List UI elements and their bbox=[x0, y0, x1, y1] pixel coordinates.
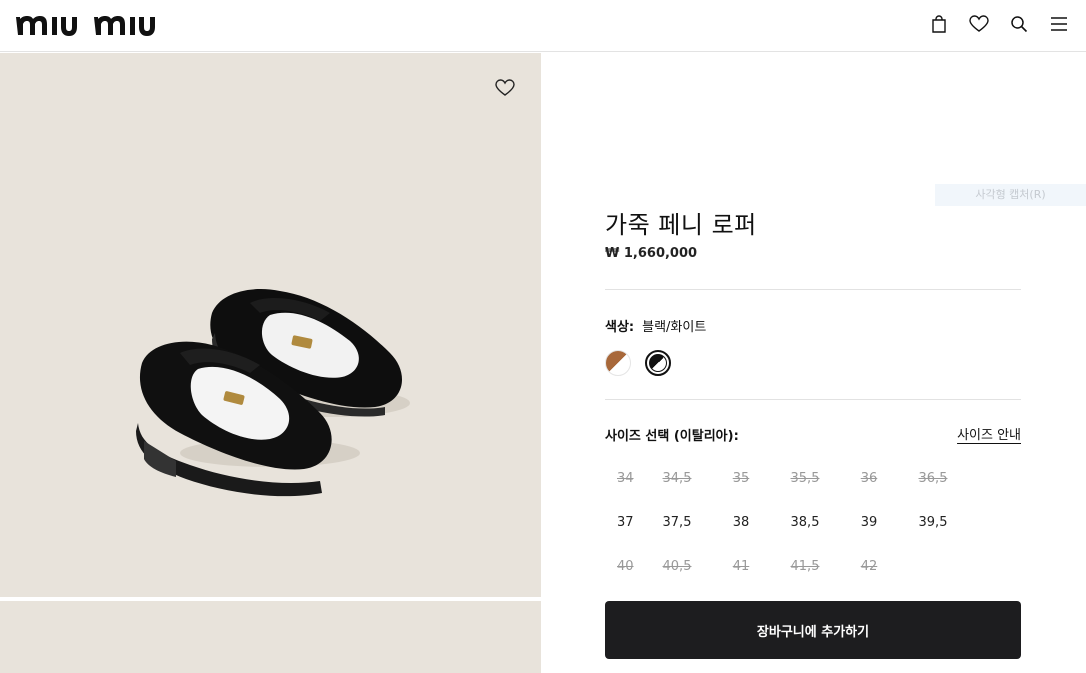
product-gallery bbox=[0, 53, 541, 673]
brand-logo[interactable] bbox=[14, 9, 164, 41]
size-option[interactable]: 40 bbox=[605, 559, 645, 574]
size-option[interactable]: 35 bbox=[709, 471, 773, 486]
product-image-secondary[interactable] bbox=[0, 601, 541, 673]
size-option[interactable]: 39 bbox=[837, 515, 901, 530]
size-option[interactable]: 34,5 bbox=[645, 471, 709, 486]
size-option[interactable]: 36,5 bbox=[901, 471, 965, 486]
loafer-shoes-image bbox=[136, 289, 410, 497]
header-icon-bar bbox=[928, 12, 1070, 36]
heart-icon[interactable] bbox=[968, 12, 990, 36]
size-option[interactable]: 42 bbox=[837, 559, 901, 574]
size-option[interactable]: 37 bbox=[605, 515, 645, 530]
wishlist-heart-icon[interactable] bbox=[495, 79, 515, 99]
size-option[interactable]: 39,5 bbox=[901, 515, 965, 530]
menu-icon[interactable] bbox=[1048, 12, 1070, 36]
add-to-cart-button[interactable]: 장바구니에 추가하기 bbox=[605, 601, 1021, 659]
size-option[interactable]: 38 bbox=[709, 515, 773, 530]
site-header bbox=[0, 0, 1086, 52]
product-title: 가죽 페니 로퍼 bbox=[605, 211, 757, 239]
color-selector-label: 색상: 블랙/화이트 bbox=[605, 316, 706, 335]
size-option[interactable]: 36 bbox=[837, 471, 901, 486]
size-option[interactable]: 34 bbox=[605, 471, 645, 486]
color-value: 블랙/화이트 bbox=[642, 320, 707, 335]
size-option[interactable]: 41 bbox=[709, 559, 773, 574]
size-option[interactable]: 40,5 bbox=[645, 559, 709, 574]
size-row: 34 34,5 35 35,5 36 36,5 bbox=[605, 456, 989, 500]
divider bbox=[605, 289, 1021, 290]
capture-overlay-label: 사각형 캡처(R) bbox=[935, 184, 1086, 206]
size-option[interactable]: 41,5 bbox=[773, 559, 837, 574]
color-swatches bbox=[605, 350, 671, 376]
size-option[interactable]: 37,5 bbox=[645, 515, 709, 530]
swatch-black-white-selected[interactable] bbox=[645, 350, 671, 376]
size-guide-link[interactable]: 사이즈 안내 bbox=[957, 424, 1021, 443]
divider bbox=[605, 399, 1021, 400]
shopping-bag-icon[interactable] bbox=[928, 12, 950, 36]
size-heading: 사이즈 선택 (이탈리아): bbox=[605, 429, 739, 444]
size-option[interactable]: 38,5 bbox=[773, 515, 837, 530]
product-price: ₩ 1,660,000 bbox=[605, 246, 698, 261]
size-option[interactable]: 35,5 bbox=[773, 471, 837, 486]
product-image-main[interactable] bbox=[0, 53, 541, 597]
size-grid: 34 34,5 35 35,5 36 36,5 37 37,5 38 38,5 39 39,5 40 40… bbox=[605, 456, 989, 588]
miu-miu-logo bbox=[16, 16, 155, 36]
search-icon[interactable] bbox=[1008, 12, 1030, 36]
size-row: 37 37,5 38 38,5 39 39,5 bbox=[605, 500, 989, 544]
size-row: 40 40,5 41 41,5 42 bbox=[605, 544, 989, 588]
swatch-brown-white[interactable] bbox=[605, 350, 631, 376]
color-label: 색상: bbox=[605, 320, 635, 335]
